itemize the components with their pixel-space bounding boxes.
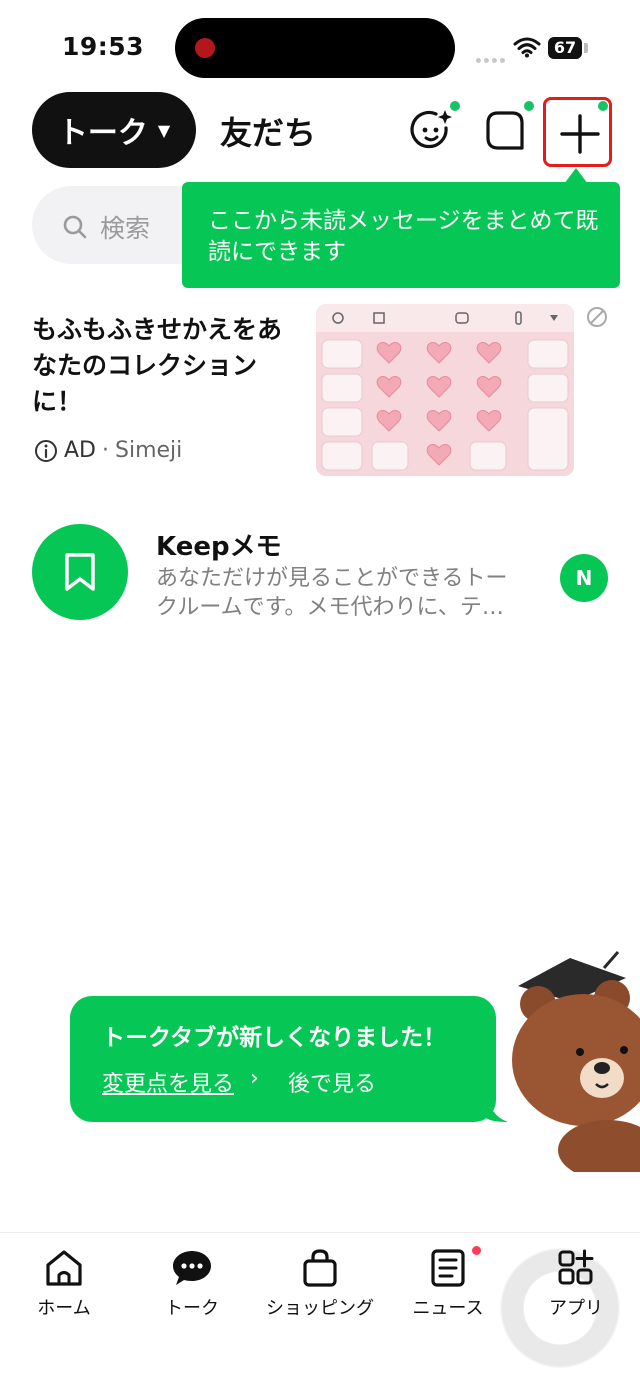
banner-title: トークタブが新しくなりました！ <box>102 1025 447 1051</box>
later-button[interactable]: 後で見る <box>288 1066 376 1098</box>
ad-info: AD · Simeji <box>34 438 182 463</box>
info-icon[interactable] <box>34 439 58 463</box>
new-talk-tab-banner <box>70 996 496 1122</box>
nav-item-shopping[interactable]: ショッピング <box>256 1248 384 1320</box>
keep-memo-avatar <box>32 524 128 620</box>
nav-item-news[interactable]: ニュース <box>384 1248 512 1320</box>
ad-label: AD <box>64 438 96 463</box>
nav-label: トーク <box>165 1298 219 1319</box>
new-badge: N <box>560 554 608 602</box>
chat-name: Keepメモ <box>156 532 282 562</box>
nav-item-home[interactable]: ホーム <box>0 1248 128 1320</box>
home-icon <box>46 1250 82 1286</box>
apps-grid-icon <box>558 1249 594 1285</box>
recording-indicator-icon <box>195 38 215 58</box>
square-bubble-icon <box>486 111 524 150</box>
nav-label: ショッピング <box>266 1298 374 1319</box>
ad-separator: · <box>102 438 109 463</box>
nav-item-talk[interactable]: トーク <box>128 1248 256 1320</box>
friends-tab[interactable]: 友だち <box>220 108 316 154</box>
chat-bubble-icon <box>173 1251 211 1285</box>
search-placeholder: 検索 <box>100 214 151 243</box>
plus-icon <box>560 114 600 154</box>
nav-label: ニュース <box>412 1298 484 1319</box>
news-notification-dot <box>472 1246 481 1255</box>
ad-image[interactable] <box>316 304 574 476</box>
face-sparkle-button[interactable] <box>408 106 456 158</box>
nav-item-apps[interactable]: アプリ <box>512 1248 640 1320</box>
nav-label: ホーム <box>37 1298 91 1319</box>
face-sparkle-icon <box>410 110 452 149</box>
talk-tab-label: トーク <box>57 116 148 151</box>
battery-indicator: 67 <box>548 37 582 59</box>
ad-advertiser: Simeji <box>115 438 183 463</box>
search-icon <box>62 214 88 244</box>
view-changes-link[interactable]: 変更点を見る <box>102 1066 234 1098</box>
notification-dot <box>524 101 534 111</box>
hide-ad-icon[interactable] <box>586 306 608 332</box>
wifi-icon <box>513 36 541 62</box>
chevron-right-icon: › <box>250 1066 259 1091</box>
brown-bear-mascot <box>512 951 640 1172</box>
banner-tail <box>486 1092 508 1122</box>
cellular-signal-icon <box>476 48 508 67</box>
notification-dot <box>450 101 460 111</box>
shopping-bag-icon <box>303 1249 337 1287</box>
tooltip-text: ここから未読メッセージをまとめて既読にできます <box>208 208 599 265</box>
talk-tab-dropdown[interactable]: トーク ▼ <box>32 92 196 168</box>
add-button[interactable] <box>556 110 604 162</box>
nav-label: アプリ <box>549 1298 603 1319</box>
battery-tip <box>584 43 588 53</box>
bookmark-icon <box>65 553 95 591</box>
status-time: 19:53 <box>62 32 145 61</box>
ad-title[interactable]: もふもふきせかえをあなたのコレクションに！ <box>32 312 292 420</box>
square-bubble-button[interactable] <box>482 108 530 160</box>
news-icon <box>431 1249 465 1287</box>
dynamic-island <box>175 18 455 78</box>
caret-down-icon: ▼ <box>157 120 171 140</box>
chat-preview: あなただけが見ることができるトークルームです。メモ代わりに、テ… <box>156 566 508 620</box>
notification-dot <box>598 101 608 111</box>
